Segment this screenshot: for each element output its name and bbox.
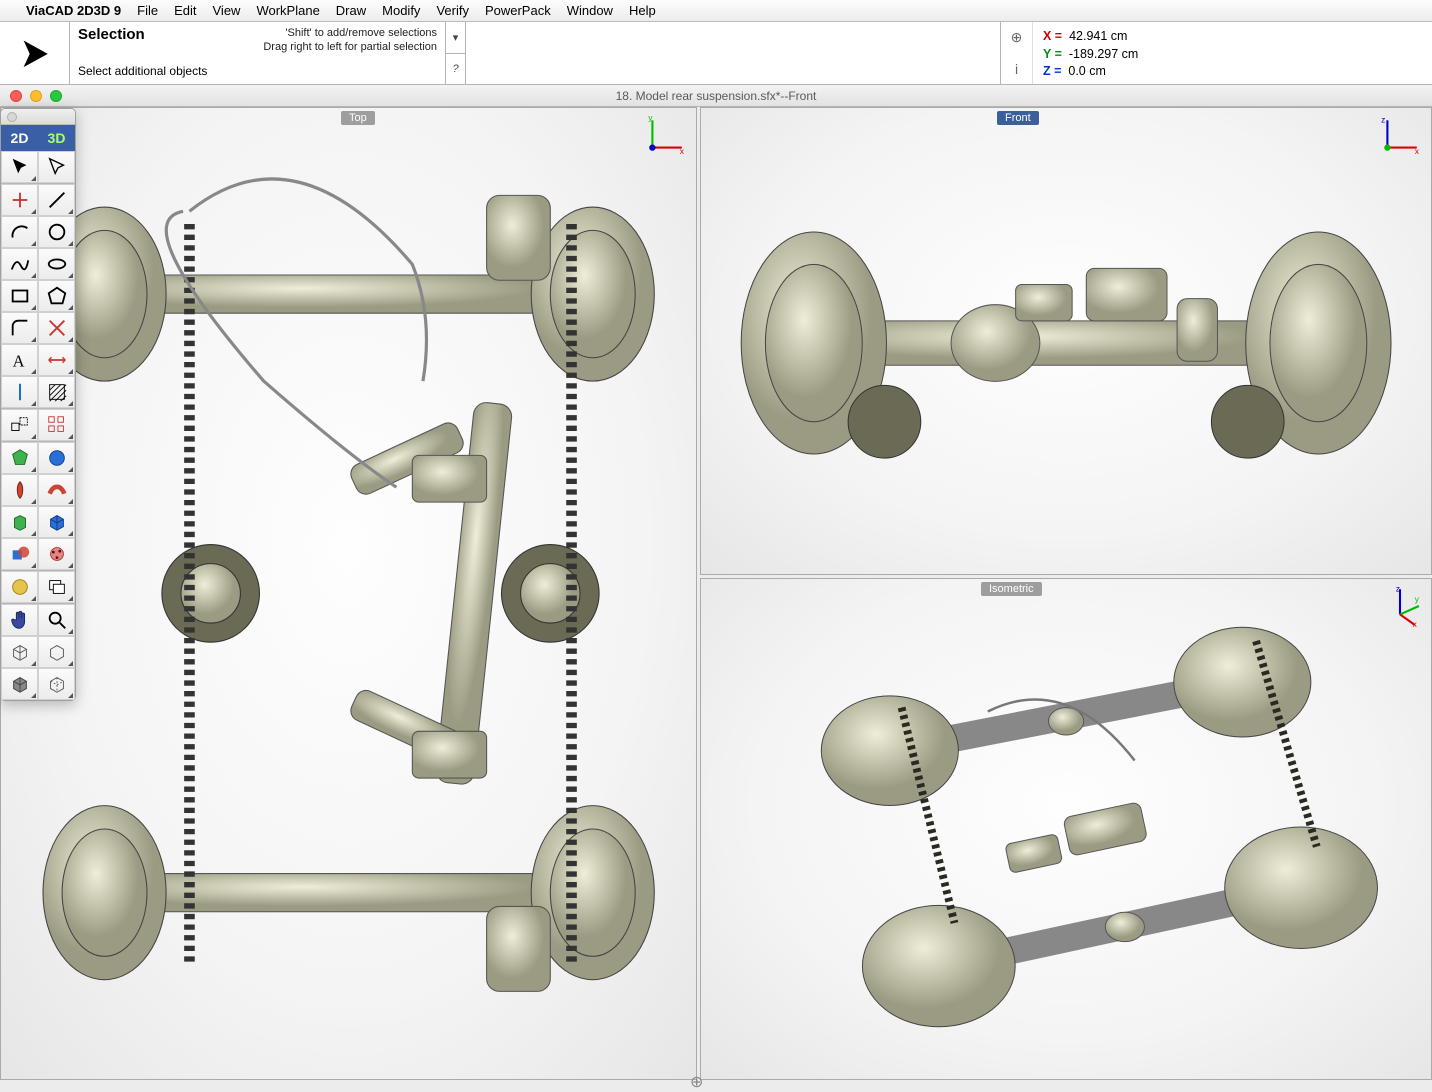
tool-info-cell: Selection 'Shift' to add/remove selectio… <box>70 22 446 84</box>
layers-tool[interactable] <box>38 571 75 603</box>
svg-text:A: A <box>12 351 24 370</box>
shaded-cube-tool[interactable] <box>1 668 38 700</box>
selection-cursor-icon: ➤ <box>20 32 50 74</box>
text-tool[interactable]: A <box>1 344 38 376</box>
extrude-tool[interactable] <box>1 506 38 538</box>
zoom-tool[interactable] <box>38 604 75 636</box>
select-outline-tool[interactable] <box>38 151 75 183</box>
menu-window[interactable]: Window <box>567 3 613 18</box>
window-minimize-button[interactable] <box>30 90 42 102</box>
coord-y-value: -189.297 cm <box>1069 47 1138 61</box>
array-tool[interactable] <box>38 409 75 441</box>
sphere-tool[interactable] <box>38 442 75 474</box>
spline-tool[interactable] <box>1 248 38 280</box>
wireframe-cube-tool[interactable] <box>38 636 75 668</box>
coordinate-readout: ⊕ i X = 42.941 cm Y = -189.297 cm Z = 0.… <box>1000 22 1432 84</box>
tool-subprompt: Select additional objects <box>78 64 207 78</box>
arc-tool[interactable] <box>1 216 38 248</box>
tool-hint-line1: 'Shift' to add/remove selections <box>263 26 437 40</box>
document-title: 18. Model rear suspension.sfx*--Front <box>0 89 1432 103</box>
cad-model-front <box>701 108 1431 574</box>
menu-bar: ViaCAD 2D3D 9 File Edit View WorkPlane D… <box>0 0 1432 22</box>
tool-info-strip: ➤ Selection 'Shift' to add/remove select… <box>0 22 1432 85</box>
palette-close-icon[interactable] <box>7 112 17 122</box>
fillet-tool[interactable] <box>1 312 38 344</box>
lathe-tool[interactable] <box>1 474 38 506</box>
menu-draw[interactable]: Draw <box>336 3 366 18</box>
sweep-tool[interactable] <box>38 474 75 506</box>
polyhedron-tool[interactable] <box>1 442 38 474</box>
active-tool-icon-cell: ➤ <box>0 22 70 84</box>
info-help-toggle[interactable]: ? <box>446 54 465 85</box>
palette-titlebar[interactable] <box>1 109 75 125</box>
ellipse-tool[interactable] <box>38 248 75 280</box>
coord-x-value: 42.941 cm <box>1069 29 1127 43</box>
viewport-top[interactable]: Top y x <box>0 107 697 1080</box>
utility-tools <box>1 571 75 603</box>
menu-help[interactable]: Help <box>629 3 656 18</box>
info-toggle-cell: ▾ ? <box>446 22 466 84</box>
cad-model-top <box>1 108 696 1079</box>
tool-palette[interactable]: 2D 3D A <box>0 108 76 701</box>
select-solid-tool[interactable] <box>1 151 38 183</box>
hidden-line-cube-tool[interactable] <box>38 668 75 700</box>
point-tool[interactable] <box>1 184 38 216</box>
view-tools <box>1 604 75 700</box>
viewport-isometric[interactable]: Isometric z y x <box>700 578 1432 1080</box>
pan-tool[interactable] <box>1 604 38 636</box>
coord-x-label: X = <box>1043 29 1062 43</box>
material-tool[interactable] <box>1 571 38 603</box>
mode-3d-tab[interactable]: 3D <box>38 125 75 151</box>
hatch-tool[interactable] <box>38 376 75 408</box>
polygon-tool[interactable] <box>38 280 75 312</box>
tool-hint-line2: Drag right to left for partial selection <box>263 40 437 54</box>
viewport-resize-handle-icon[interactable]: ⊕ <box>690 1072 703 1092</box>
menu-modify[interactable]: Modify <box>382 3 420 18</box>
line-tool[interactable] <box>38 184 75 216</box>
coord-z-label: Z = <box>1043 64 1061 78</box>
viewport-front[interactable]: Front z x <box>700 107 1432 575</box>
draw-tools: A <box>1 184 75 408</box>
coord-z-value: 0.0 cm <box>1068 64 1106 78</box>
info-spacer <box>466 22 1000 84</box>
menu-workplane[interactable]: WorkPlane <box>256 3 319 18</box>
coord-values: X = 42.941 cm Y = -189.297 cm Z = 0.0 cm <box>1033 22 1148 84</box>
selection-tools <box>1 151 75 183</box>
menu-view[interactable]: View <box>213 3 241 18</box>
coord-y-label: Y = <box>1043 47 1062 61</box>
tool-hint: 'Shift' to add/remove selections Drag ri… <box>263 26 437 55</box>
box-tool[interactable] <box>38 506 75 538</box>
document-window-titlebar[interactable]: 18. Model rear suspension.sfx*--Front <box>0 85 1432 107</box>
construction-line-tool[interactable] <box>1 376 38 408</box>
menu-verify[interactable]: Verify <box>436 3 469 18</box>
coord-mode-icon[interactable]: ⊕ <box>1001 22 1032 53</box>
mesh-edit-tool[interactable] <box>38 538 75 570</box>
solid-primitive-tools <box>1 442 75 570</box>
menu-edit[interactable]: Edit <box>174 3 196 18</box>
rectangle-tool[interactable] <box>1 280 38 312</box>
dimension-tool[interactable] <box>38 344 75 376</box>
view-cube-tool[interactable] <box>1 636 38 668</box>
app-name-menu[interactable]: ViaCAD 2D3D 9 <box>26 3 121 18</box>
info-dropdown-toggle[interactable]: ▾ <box>446 22 465 54</box>
cad-model-iso <box>701 579 1431 1079</box>
window-zoom-button[interactable] <box>50 90 62 102</box>
coord-info-icon[interactable]: i <box>1001 53 1032 84</box>
boolean-tool[interactable] <box>1 538 38 570</box>
window-close-button[interactable] <box>10 90 22 102</box>
trim-tool[interactable] <box>38 312 75 344</box>
circle-tool[interactable] <box>38 216 75 248</box>
mode-2d-tab[interactable]: 2D <box>1 125 38 151</box>
transform-tools <box>1 409 75 441</box>
menu-file[interactable]: File <box>137 3 158 18</box>
viewport-area: Top y x <box>0 107 1432 1080</box>
move-tool[interactable] <box>1 409 38 441</box>
menu-powerpack[interactable]: PowerPack <box>485 3 551 18</box>
